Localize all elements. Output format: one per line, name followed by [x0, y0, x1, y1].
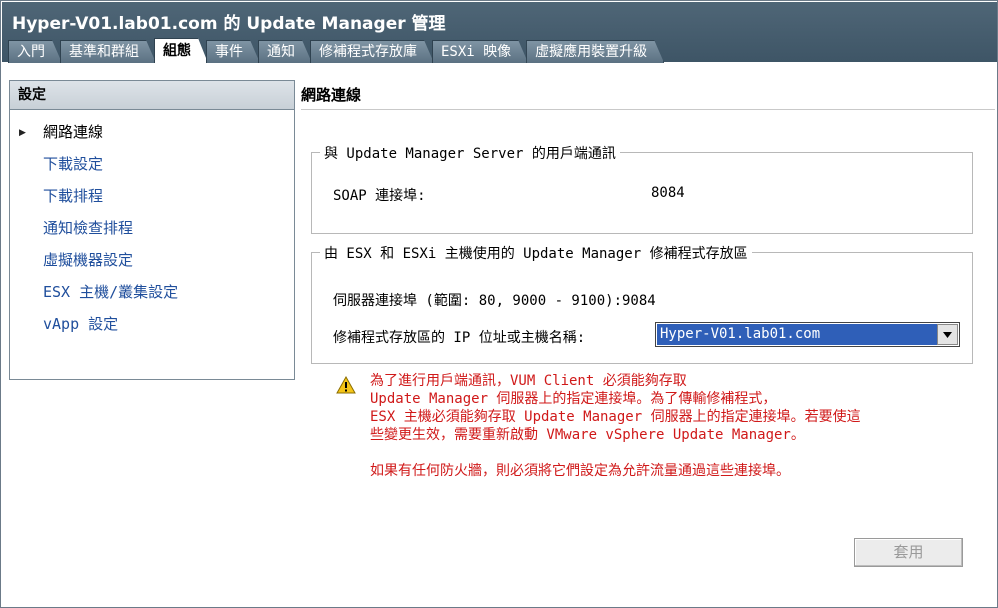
chevron-down-icon: [943, 331, 952, 338]
firewall-note: 如果有任何防火牆，則必須將它們設定為允許流量通過這些連接埠。: [370, 463, 790, 479]
patch-store-legend: 由 ESX 和 ESXi 主機使用的 Update Manager 修補程式存放…: [320, 243, 752, 263]
nav-download-settings[interactable]: 下載設定: [43, 153, 103, 174]
settings-header: 設定: [10, 81, 294, 110]
ip-hostname-dropdown[interactable]: Hyper-V01.lab01.com: [655, 322, 960, 347]
warning-line: 些變更生效，需要重新啟動 VMware vSphere Update Manag…: [370, 427, 805, 443]
tab-notifications[interactable]: 通知: [258, 40, 312, 63]
tab-esxi-images[interactable]: ESXi 映像: [432, 40, 528, 63]
ip-hostname-label: 修補程式存放區的 IP 位址或主機名稱:: [333, 330, 586, 346]
warning-line: 為了進行用戶端通訊，VUM Client 必須能夠存取: [370, 373, 687, 389]
tab-configuration[interactable]: 組態: [154, 38, 208, 63]
warning-line: Update Manager 伺服器上的指定連接埠。為了傳輸修補程式，: [370, 391, 777, 407]
nav-download-schedule[interactable]: 下載排程: [43, 185, 103, 206]
warning-icon: [336, 376, 356, 394]
server-port-text: 伺服器連接埠 (範圍: 80, 9000 - 9100):9084: [333, 293, 656, 309]
page-title: 網路連線: [301, 86, 362, 104]
selected-arrow-icon: ▶: [19, 128, 26, 138]
nav-notification-schedule[interactable]: 通知檢查排程: [43, 217, 133, 238]
window-title: Hyper-V01.lab01.com 的 Update Manager 管理: [12, 14, 446, 34]
client-connection-legend: 與 Update Manager Server 的用戶端通訊: [320, 143, 620, 163]
nav-network-connectivity[interactable]: 網路連線: [43, 121, 103, 142]
tab-events[interactable]: 事件: [206, 40, 260, 63]
nav-vm-settings[interactable]: 虛擬機器設定: [43, 249, 133, 270]
warning-text: 為了進行用戶端通訊，VUM Client 必須能夠存取 Update Manag…: [370, 372, 861, 444]
apply-button[interactable]: 套用: [854, 538, 963, 567]
title-bar: Hyper-V01.lab01.com 的 Update Manager 管理 …: [2, 2, 997, 62]
soap-port-value: 8084: [651, 185, 685, 201]
update-manager-window: Hyper-V01.lab01.com 的 Update Manager 管理 …: [0, 0, 998, 608]
tab-getting-started[interactable]: 入門: [8, 40, 62, 63]
nav-host-cluster-settings[interactable]: ESX 主機/叢集設定: [43, 281, 178, 302]
tab-patch-repository[interactable]: 修補程式存放庫: [310, 40, 434, 63]
ip-hostname-selected[interactable]: Hyper-V01.lab01.com: [657, 324, 938, 345]
soap-port-label: SOAP 連接埠:: [333, 188, 426, 204]
nav-vapp-settings[interactable]: vApp 設定: [43, 313, 118, 334]
dropdown-button[interactable]: [937, 324, 958, 345]
tab-baselines[interactable]: 基準和群組: [60, 40, 156, 63]
tab-va-upgrades[interactable]: 虛擬應用裝置升級: [526, 40, 664, 63]
warning-line: ESX 主機必須能夠存取 Update Manager 伺服器上的指定連接埠。若…: [370, 409, 861, 425]
tab-strip: 入門 基準和群組 組態 事件 通知 修補程式存放庫 ESXi 映像 虛擬應用裝置…: [8, 39, 662, 63]
heading-divider: [301, 109, 995, 110]
